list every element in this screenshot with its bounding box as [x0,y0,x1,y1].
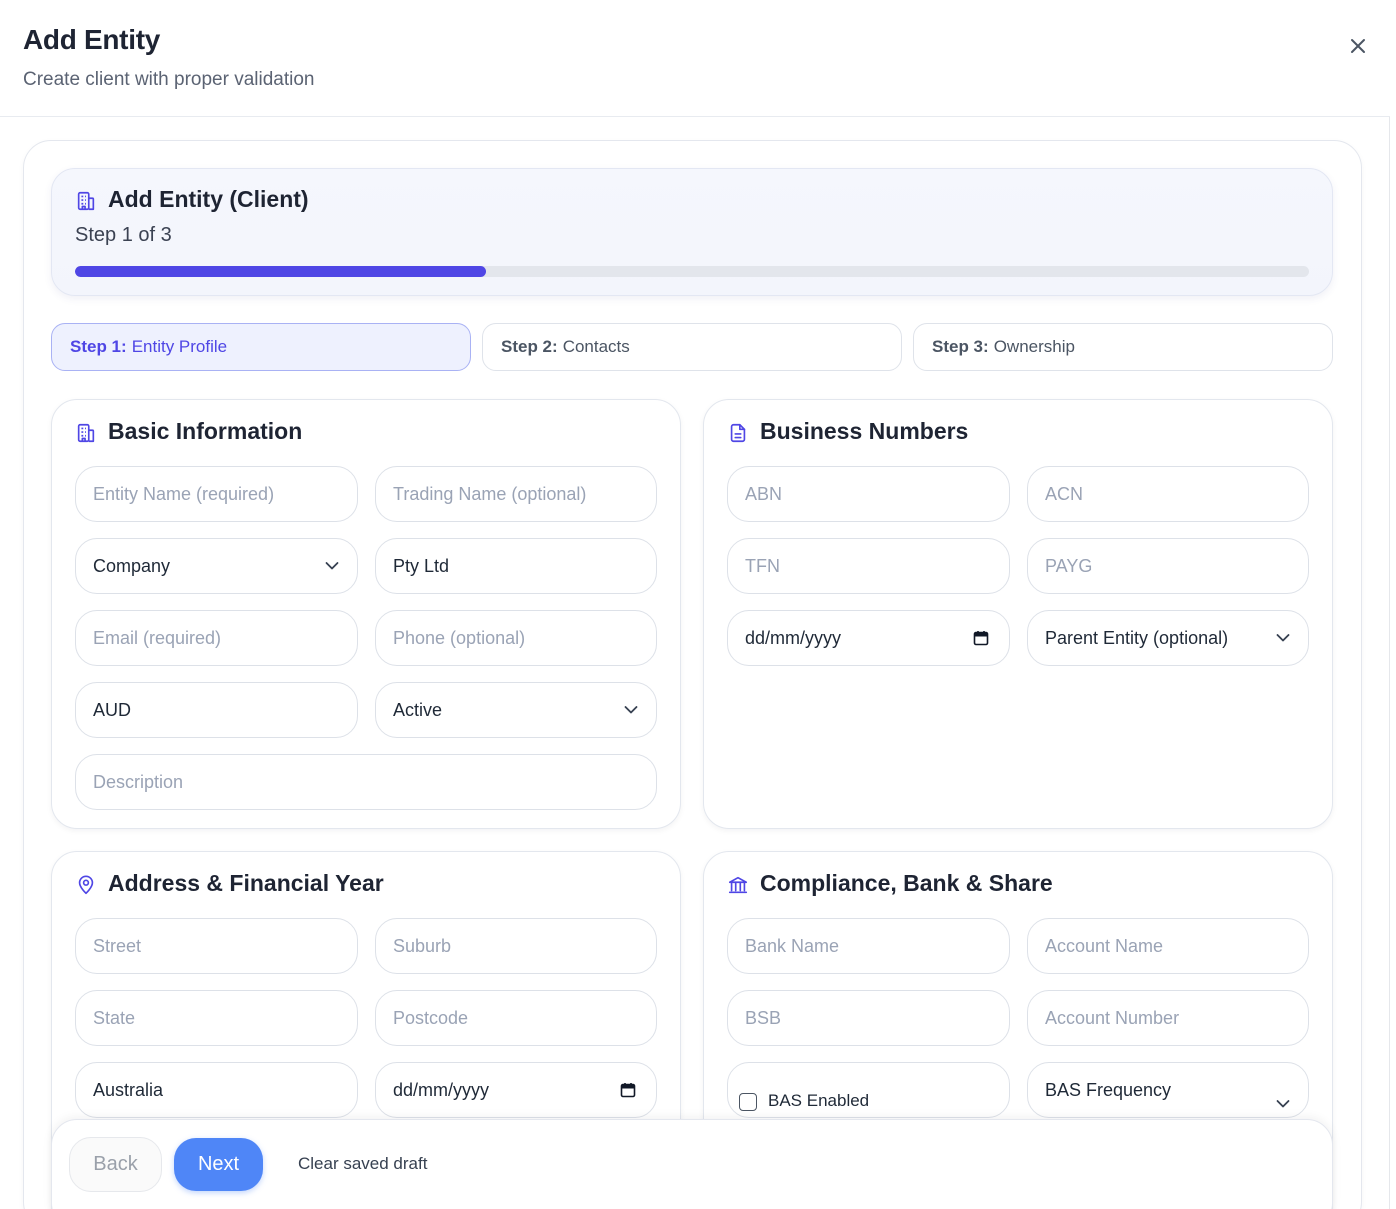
placeholder: State [93,1007,136,1028]
next-button[interactable]: Next [174,1138,263,1191]
trading-name-input[interactable]: Trading Name (optional) [375,466,657,522]
selected-value: Company [93,555,171,576]
tab-prefix: Step 3: [932,337,989,356]
placeholder: Phone (optional) [393,627,526,648]
placeholder: Suburb [393,935,452,956]
checkbox-label: BAS Enabled [768,1091,870,1110]
placeholder: Postcode [393,1007,469,1028]
description-input[interactable]: Description [75,754,657,810]
financial-year-date-input[interactable]: dd/mm/yyyy [375,1062,657,1118]
selected-value: Parent Entity (optional) [1045,627,1229,648]
chevron-down-icon [624,706,638,714]
wizard-step-text: Step 1 of 3 [75,224,172,246]
date-placeholder: dd/mm/yyyy [393,1079,490,1100]
section-title: Basic Information [108,418,303,444]
progress-bar [75,266,1309,277]
parent-entity-select[interactable]: Parent Entity (optional) [1027,610,1309,666]
bank-icon [728,876,748,894]
acn-input[interactable]: ACN [1027,466,1309,522]
building-icon [77,423,95,443]
account-number-input[interactable]: Account Number [1027,990,1309,1046]
phone-input[interactable]: Phone (optional) [375,610,657,666]
tab-label: Entity Profile [131,337,228,356]
bas-enabled-checkbox[interactable] [739,1093,757,1111]
date-placeholder: dd/mm/yyyy [745,627,842,648]
entity-suffix-input[interactable]: Pty Ltd [375,538,657,594]
abn-input[interactable]: ABN [727,466,1010,522]
email-input[interactable]: Email (required) [75,610,358,666]
section-title: Compliance, Bank & Share [760,870,1053,896]
building-icon [77,191,95,211]
placeholder: Bank Name [745,935,840,956]
calendar-icon[interactable] [620,1082,636,1098]
selected-value: Active [393,699,443,720]
placeholder: TFN [745,555,780,576]
status-select[interactable]: Active [375,682,657,738]
bsb-input[interactable]: BSB [727,990,1010,1046]
chevron-down-icon [1276,1099,1290,1107]
placeholder: ACN [1045,483,1084,504]
bas-frequency-select[interactable]: BAS Frequency [1027,1062,1309,1118]
chevron-down-icon [325,562,339,570]
placeholder: Entity Name (required) [93,483,275,504]
tab-ownership[interactable]: Step 3: Ownership [913,323,1333,371]
registration-date-input[interactable]: dd/mm/yyyy [727,610,1010,666]
wizard-title: Add Entity (Client) [108,186,309,212]
back-button[interactable]: Back [69,1137,162,1192]
placeholder: Street [93,935,142,956]
account-name-input[interactable]: Account Name [1027,918,1309,974]
input-value: Pty Ltd [393,555,450,576]
calendar-icon[interactable] [973,630,989,646]
tab-label: Ownership [993,337,1075,356]
bank-name-input[interactable]: Bank Name [727,918,1010,974]
placeholder: Description [93,771,184,792]
currency-input[interactable]: AUD [75,682,358,738]
placeholder: Account Number [1045,1007,1180,1028]
tab-label: Contacts [562,337,630,356]
suburb-input[interactable]: Suburb [375,918,657,974]
document-icon [730,423,746,443]
close-button[interactable] [1344,32,1372,60]
map-pin-icon [78,875,94,895]
tfn-input[interactable]: TFN [727,538,1010,594]
entity-type-select[interactable]: Company [75,538,358,594]
bas-enabled-field[interactable]: BAS Enabled [727,1062,1010,1118]
section-title: Business Numbers [760,418,969,444]
placeholder: ABN [745,483,783,504]
close-icon [1351,39,1365,53]
tab-contacts[interactable]: Step 2: Contacts [482,323,902,371]
clear-draft-link[interactable]: Clear saved draft [298,1154,427,1174]
placeholder: Email (required) [93,627,222,648]
modal-subtitle: Create client with proper validation [23,69,315,90]
postcode-input[interactable]: Postcode [375,990,657,1046]
modal-title: Add Entity [23,24,160,55]
tab-prefix: Step 1: [70,337,127,356]
progress-fill [75,266,486,277]
selected-value: BAS Frequency [1045,1079,1172,1100]
input-value: Australia [93,1079,164,1100]
placeholder: Account Name [1045,935,1164,956]
tab-entity-profile[interactable]: Step 1: Entity Profile [51,323,471,371]
tab-prefix: Step 2: [501,337,558,356]
payg-input[interactable]: PAYG [1027,538,1309,594]
country-input[interactable]: Australia [75,1062,358,1118]
placeholder: Trading Name (optional) [393,483,587,504]
state-input[interactable]: State [75,990,358,1046]
modal-header: Add Entity Create client with proper val… [0,0,1390,117]
scroll-edge [1389,117,1390,1209]
placeholder: BSB [745,1007,782,1028]
street-input[interactable]: Street [75,918,358,974]
section-title: Address & Financial Year [108,870,384,896]
chevron-down-icon [1276,634,1290,642]
input-value: AUD [93,699,132,720]
entity-name-input[interactable]: Entity Name (required) [75,466,358,522]
placeholder: PAYG [1045,555,1093,576]
